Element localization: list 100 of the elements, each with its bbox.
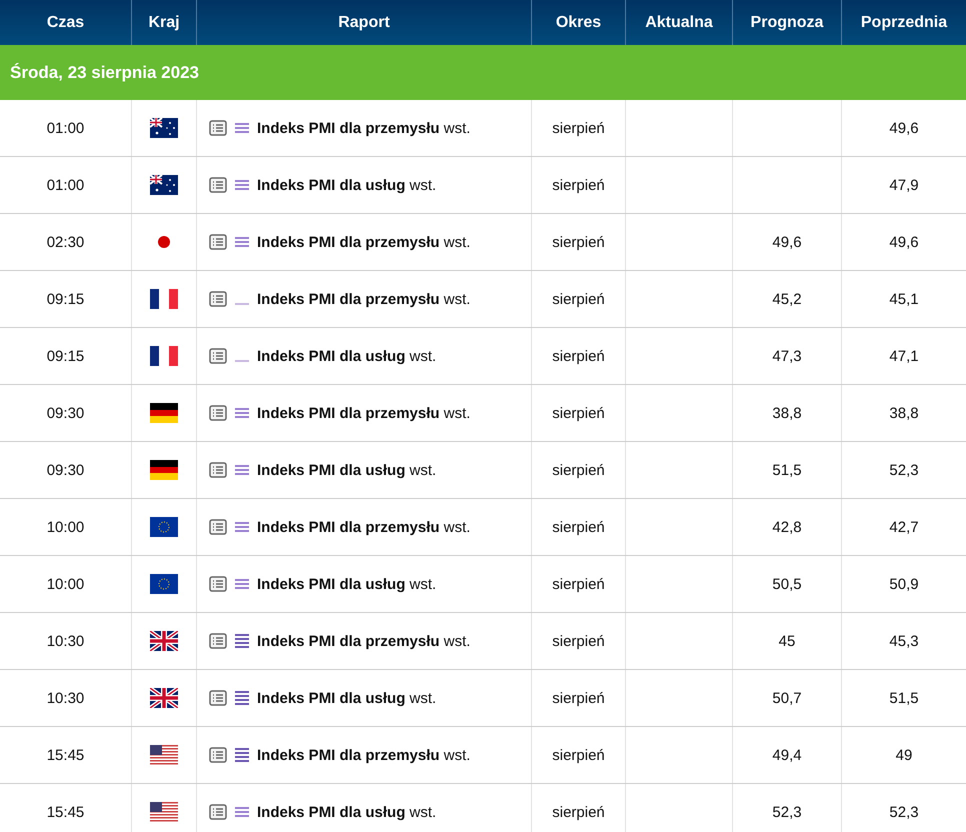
flag-icon bbox=[150, 745, 178, 765]
flag-icon bbox=[150, 631, 178, 651]
time-cell: 01:00 bbox=[0, 100, 132, 156]
report-title[interactable]: Indeks PMI dla przemysłu wst. bbox=[257, 290, 470, 308]
report-title[interactable]: Indeks PMI dla przemysłu wst. bbox=[257, 234, 470, 250]
period-cell: sierpień bbox=[532, 385, 626, 441]
previous-cell-text: 49 bbox=[894, 746, 914, 766]
period-cell: sierpień bbox=[532, 784, 626, 832]
importance-icon bbox=[235, 408, 249, 418]
flag-icon bbox=[150, 346, 178, 366]
time-cell: 01:00 bbox=[0, 157, 132, 213]
forecast-cell: 50,7 bbox=[733, 670, 842, 726]
time-cell: 09:30 bbox=[0, 385, 132, 441]
details-icon[interactable] bbox=[209, 462, 227, 478]
forecast-cell: 50,5 bbox=[733, 556, 842, 612]
importance-icon bbox=[235, 634, 249, 648]
report-title[interactable]: Indeks PMI dla przemysłu wst. bbox=[257, 120, 470, 136]
forecast-cell: 51,5 bbox=[733, 442, 842, 498]
time-cell: 02:30 bbox=[0, 214, 132, 270]
details-icon[interactable] bbox=[209, 234, 227, 250]
previous-cell-text: 47,1 bbox=[888, 346, 920, 366]
time-cell: 10:30 bbox=[0, 670, 132, 726]
previous-cell-text: 52,3 bbox=[888, 802, 920, 822]
previous-cell-text: 42,7 bbox=[888, 518, 920, 538]
report-title[interactable]: Indeks PMI dla usług wst. bbox=[257, 804, 436, 820]
flag-icon bbox=[150, 403, 178, 423]
period-cell: sierpień bbox=[532, 670, 626, 726]
forecast-cell: 38,8 bbox=[733, 385, 842, 441]
date-label: Środa, 23 sierpnia 2023 bbox=[10, 62, 199, 82]
details-icon[interactable] bbox=[209, 804, 227, 820]
details-icon[interactable] bbox=[209, 348, 227, 364]
flag-icon bbox=[150, 517, 178, 537]
period-cell: sierpień bbox=[532, 214, 626, 270]
importance-icon bbox=[235, 691, 249, 705]
details-icon[interactable] bbox=[209, 120, 227, 136]
report-title[interactable]: Indeks PMI dla usług wst. bbox=[257, 576, 436, 592]
period-cell: sierpień bbox=[532, 328, 626, 384]
forecast-cell: 47,3 bbox=[733, 328, 842, 384]
importance-icon bbox=[235, 180, 249, 190]
report-title[interactable]: Indeks PMI dla usług wst. bbox=[257, 462, 436, 478]
details-icon[interactable] bbox=[209, 690, 227, 706]
details-icon[interactable] bbox=[209, 291, 227, 307]
details-icon[interactable] bbox=[209, 405, 227, 421]
period-cell: sierpień bbox=[532, 442, 626, 498]
time-cell: 09:15 bbox=[0, 328, 132, 384]
time-cell: 09:30 bbox=[0, 442, 132, 498]
details-icon[interactable] bbox=[209, 633, 227, 649]
flag-icon bbox=[150, 802, 178, 822]
time-cell: 15:45 bbox=[0, 727, 132, 783]
flag-icon bbox=[150, 175, 178, 195]
time-cell: 10:30 bbox=[0, 613, 132, 669]
report-title[interactable]: Indeks PMI dla przemysłu wst. bbox=[257, 632, 470, 650]
time-cell: 10:00 bbox=[0, 499, 132, 555]
forecast-cell: 42,8 bbox=[733, 499, 842, 555]
flag-icon bbox=[158, 236, 170, 248]
period-cell: sierpień bbox=[532, 727, 626, 783]
previous-cell-text: 49,6 bbox=[888, 118, 920, 138]
importance-icon bbox=[235, 465, 249, 475]
importance-icon bbox=[235, 522, 249, 532]
period-cell: sierpień bbox=[532, 271, 626, 327]
flag-icon bbox=[150, 574, 178, 594]
flag-icon bbox=[150, 460, 178, 480]
period-cell: sierpień bbox=[532, 499, 626, 555]
importance-icon bbox=[235, 123, 249, 133]
period-cell: sierpień bbox=[532, 100, 626, 156]
column-header: Poprzednia bbox=[860, 12, 948, 32]
report-title[interactable]: Indeks PMI dla usług wst. bbox=[257, 176, 436, 194]
flag-icon bbox=[150, 289, 178, 309]
forecast-cell: 49,4 bbox=[733, 727, 842, 783]
previous-cell-text: 47,9 bbox=[888, 176, 920, 196]
report-title[interactable]: Indeks PMI dla usług wst. bbox=[257, 348, 436, 364]
report-title[interactable]: Indeks PMI dla przemysłu wst. bbox=[257, 746, 470, 764]
details-icon[interactable] bbox=[209, 747, 227, 763]
report-title[interactable]: Indeks PMI dla przemysłu wst. bbox=[257, 404, 470, 422]
flag-icon bbox=[150, 118, 178, 138]
details-icon[interactable] bbox=[209, 177, 227, 193]
report-title[interactable]: Indeks PMI dla przemysłu wst. bbox=[257, 518, 470, 536]
previous-cell-text: 49,6 bbox=[888, 232, 920, 252]
report-title[interactable]: Indeks PMI dla usług wst. bbox=[257, 690, 436, 706]
previous-cell-text: 45,1 bbox=[888, 290, 920, 310]
previous-cell-text: 38,8 bbox=[888, 404, 920, 424]
forecast-cell: 52,3 bbox=[733, 784, 842, 832]
time-cell: 10:00 bbox=[0, 556, 132, 612]
importance-icon bbox=[235, 237, 249, 247]
importance-icon bbox=[235, 807, 249, 817]
importance-icon bbox=[235, 579, 249, 589]
flag-icon bbox=[150, 688, 178, 708]
forecast-cell: 45 bbox=[733, 613, 842, 669]
period-cell: sierpień bbox=[532, 556, 626, 612]
previous-cell-text: 50,9 bbox=[888, 574, 920, 594]
time-cell: 09:15 bbox=[0, 271, 132, 327]
previous-cell-text: 51,5 bbox=[888, 688, 920, 708]
details-icon[interactable] bbox=[209, 519, 227, 535]
details-icon[interactable] bbox=[209, 576, 227, 592]
period-cell: sierpień bbox=[532, 157, 626, 213]
period-cell: sierpień bbox=[532, 613, 626, 669]
previous-cell-text: 52,3 bbox=[888, 460, 920, 480]
importance-icon bbox=[235, 748, 249, 762]
forecast-cell: 45,2 bbox=[733, 271, 842, 327]
previous-cell-text: 45,3 bbox=[888, 632, 920, 652]
